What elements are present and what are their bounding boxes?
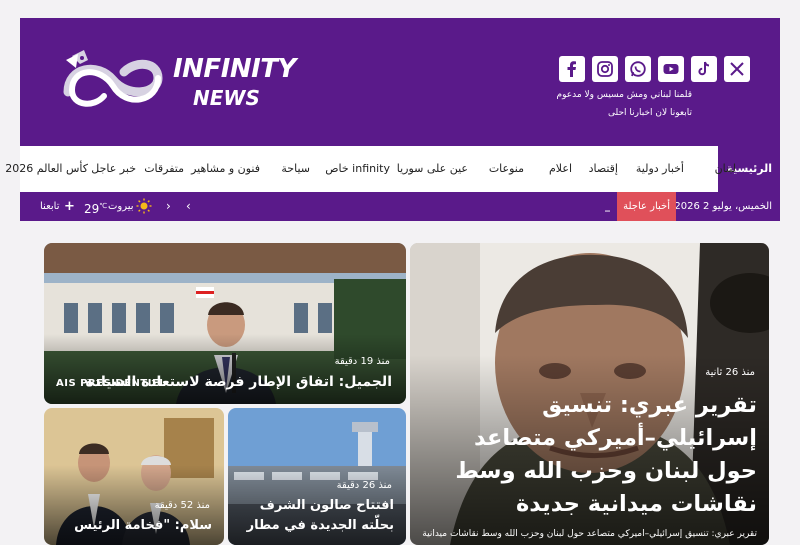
social-links	[559, 56, 750, 82]
top-ticker-bar: الخميس، يوليو 2 2026 أخبار عاجلة _ ‹ › ب…	[20, 192, 780, 221]
story-time-airport: منذ 26 دقيقة	[336, 480, 392, 491]
logo-wordmark-infinity: INFINITY	[173, 54, 296, 84]
dragon-logo-icon	[63, 50, 163, 107]
nav-item-world-cup[interactable]: كأس العالم 2026	[5, 146, 88, 192]
story-card-salam[interactable]: منذ 52 دقيقة سلام: "فخامة الرئيس	[44, 408, 224, 545]
sun-icon	[136, 192, 152, 221]
x-icon[interactable]	[724, 56, 750, 82]
story-title-salam[interactable]: سلام: "فخامة الرئيس	[52, 518, 212, 533]
nav-item-tourism[interactable]: سياحة	[281, 146, 310, 192]
follow-us-label[interactable]: تابعنا	[40, 192, 60, 221]
story-title-airport[interactable]: افتتاح صالون الشرف بحلّته الجديدة في مطا…	[234, 496, 394, 536]
chevron-left-icon[interactable]: ‹	[186, 192, 191, 221]
instagram-icon[interactable]	[592, 56, 618, 82]
youtube-icon[interactable]	[658, 56, 684, 82]
nav-item-lebanon[interactable]: لبنان	[715, 146, 736, 192]
tiktok-icon[interactable]	[691, 56, 717, 82]
nav-item-infinity-exclusive[interactable]: خاص infinity	[325, 146, 390, 192]
main-nav: الرئيسية لبنان أخبار دولية إقتصاد اعلام …	[5, 146, 780, 193]
whatsapp-icon[interactable]	[625, 56, 651, 82]
nav-item-celebrities[interactable]: فنون و مشاهير	[191, 146, 260, 192]
nav-item-media[interactable]: اعلام	[549, 146, 572, 192]
story-card-gemayel[interactable]: AIS PRESIDENTIEL منذ 19 دقيقة الجميل: ات…	[44, 243, 406, 404]
temp-unit: ℃	[99, 202, 108, 210]
nav-item-world-news[interactable]: أخبار دولية	[636, 146, 684, 192]
main-story-time: منذ 26 ثانية	[705, 367, 755, 378]
weather-city: بيروت	[108, 201, 134, 212]
current-date: الخميس، يوليو 2 2026	[674, 201, 772, 212]
story-card-airport[interactable]: منذ 26 دقيقة افتتاح صالون الشرف بحلّته ا…	[228, 408, 406, 545]
nav-item-misc[interactable]: منوعات	[489, 146, 524, 192]
nav-item-economy[interactable]: إقتصاد	[589, 146, 618, 192]
story-time-salam: منذ 52 دقيقة	[154, 500, 210, 511]
story-title-gemayel[interactable]: الجميل: اتفاق الإطار فرصة لاستعادة السيا…	[72, 374, 392, 390]
logo-wordmark-news: NEWS	[193, 86, 260, 110]
site-logo[interactable]: INFINITY NEWS	[58, 42, 296, 118]
nav-item-breaking[interactable]: خبر عاجل	[91, 146, 136, 192]
story-time-gemayel: منذ 19 دقيقة	[334, 356, 390, 367]
main-story-subtitle: تقرير عبري: تنسيق إسرائيلي–أميركي متصاعد…	[422, 529, 757, 539]
plus-icon[interactable]: +	[64, 192, 75, 221]
ticker-cursor: _	[605, 201, 610, 212]
site-header: INFINITY NEWS قلمنا لبناني ومش مسيس ولا …	[20, 18, 780, 146]
nav-item-various[interactable]: متفرقات	[144, 146, 184, 192]
main-story-card[interactable]: منذ 26 ثانية تقرير عبري: تنسيق إسرائيلي–…	[410, 243, 769, 545]
nav-item-syria[interactable]: عين على سوريا	[397, 146, 468, 192]
breaking-news-label[interactable]: أخبار عاجلة	[617, 192, 676, 221]
story-gradient	[44, 334, 406, 404]
slogan-line-1: قلمنا لبناني ومش مسيس ولا مدعوم	[556, 90, 692, 100]
chevron-right-icon[interactable]: ›	[166, 192, 171, 221]
facebook-icon[interactable]	[559, 56, 585, 82]
main-story-title[interactable]: تقرير عبري: تنسيق إسرائيلي–أميركي متصاعد…	[427, 389, 757, 521]
weather-temp: 29℃	[84, 192, 107, 221]
slogan-line-2: تابعونا لان اخبارنا احلى	[608, 108, 692, 118]
weather-temp-value: 29	[84, 202, 100, 216]
